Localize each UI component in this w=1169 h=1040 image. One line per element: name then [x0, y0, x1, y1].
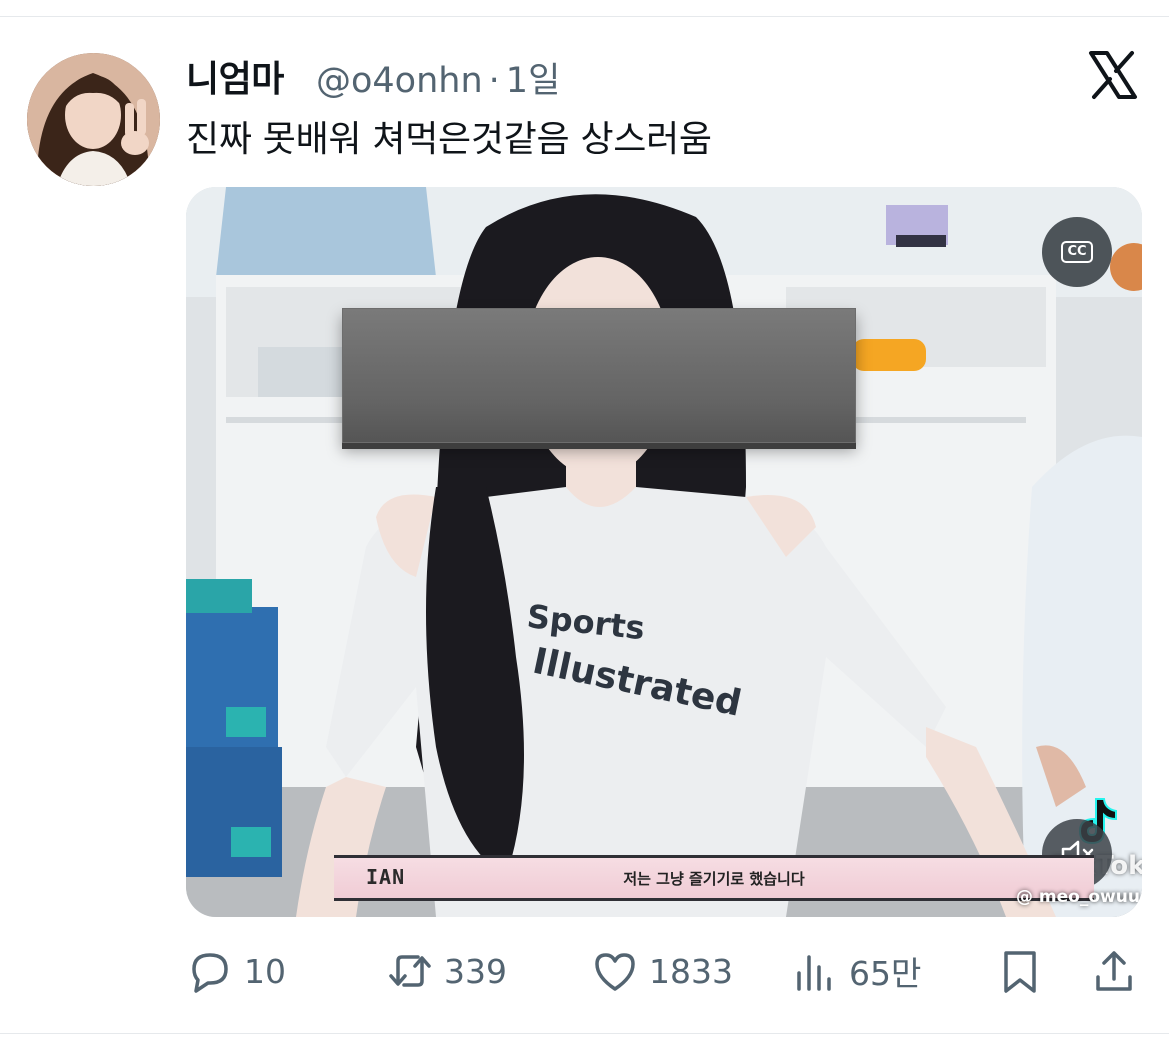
handle-and-time[interactable]: @o4onhn · 1일: [316, 52, 560, 103]
tweet-actions: 10 339 1833 65만: [186, 944, 1142, 998]
tiktok-username: @ meo_owuu: [1016, 887, 1140, 907]
share-button[interactable]: [1090, 944, 1138, 998]
bottom-divider: [0, 1033, 1169, 1034]
separator-dot: ·: [488, 61, 500, 101]
views-chart-icon: [797, 955, 831, 991]
reply-count: 10: [244, 951, 286, 991]
like-button[interactable]: 1833: [591, 944, 733, 998]
x-logo-icon[interactable]: [1088, 50, 1138, 100]
subtitle-text: 저는 그냥 즐기기로 했습니다: [623, 870, 805, 888]
display-name[interactable]: 니엄마: [186, 50, 284, 102]
user-handle[interactable]: @o4onhn: [316, 61, 483, 101]
retweet-icon: [389, 955, 431, 987]
avatar[interactable]: [27, 53, 160, 186]
subtitle-bar: IAN 저는 그냥 즐기기로 했습니다: [334, 855, 1094, 901]
video-media[interactable]: Sports Illustrated CC TikTok IAN 저는 그냥 즐…: [186, 187, 1142, 917]
tweet-text: 진짜 못배워 쳐먹은것같음 상스러움: [186, 119, 712, 160]
views-button[interactable]: 65만: [791, 944, 921, 998]
top-divider: [0, 16, 1169, 17]
censor-bar: [342, 308, 856, 443]
timestamp[interactable]: 1일: [506, 61, 560, 101]
captions-icon: CC: [1061, 241, 1093, 263]
bookmark-button[interactable]: [996, 944, 1044, 998]
share-icon: [1096, 951, 1132, 991]
avatar-photo: [27, 53, 160, 186]
retweet-button[interactable]: 339: [386, 944, 507, 998]
views-count: 65만: [849, 954, 922, 993]
reply-button[interactable]: 10: [186, 944, 286, 998]
reply-icon: [192, 953, 228, 993]
video-frame: Sports Illustrated: [186, 187, 1142, 917]
retweet-count: 339: [444, 951, 507, 991]
like-count: 1833: [649, 951, 733, 991]
heart-icon: [595, 953, 635, 991]
captions-button[interactable]: CC: [1042, 217, 1112, 287]
bookmark-icon: [1004, 951, 1036, 993]
